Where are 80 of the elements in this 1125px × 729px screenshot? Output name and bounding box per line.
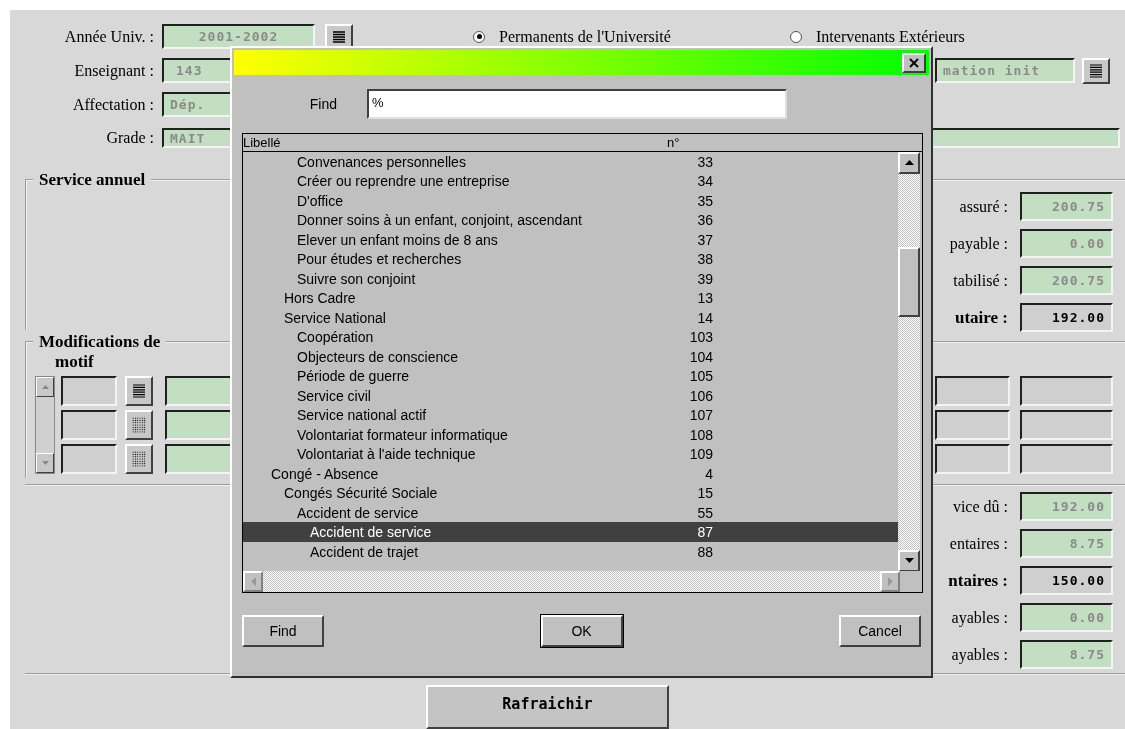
list-item[interactable]: Suivre son conjoint 39: [243, 268, 898, 289]
list-item[interactable]: Service National 14: [243, 307, 898, 328]
group-title: Modifications de: [38, 332, 162, 353]
field-label: tabilisé :: [953, 271, 1008, 290]
close-icon: [909, 57, 919, 68]
list-item[interactable]: Créer ou reprendre une entreprise 34: [243, 171, 898, 191]
list-icon: [333, 30, 345, 43]
list-item[interactable]: Donner soins à un enfant, conjoint, ascendant 36: [243, 210, 898, 230]
radio-label: Intervenants Extérieurs: [816, 27, 965, 46]
value-field: 192.00: [1020, 303, 1113, 333]
radio-button[interactable]: [790, 30, 802, 43]
list-item[interactable]: Convenances personnelles 33: [243, 151, 898, 172]
input-field[interactable]: [61, 444, 117, 475]
field-label: vice dû :: [952, 497, 1008, 516]
arrow-down-icon[interactable]: [904, 558, 914, 564]
field-label: utaire :: [954, 307, 1008, 328]
input-field[interactable]: [935, 444, 1010, 475]
list-item[interactable]: Elever un enfant moins de 8 ans 37: [243, 229, 898, 250]
list-item[interactable]: Objecteurs de conscience 104: [243, 346, 898, 367]
input-field[interactable]: [1020, 444, 1113, 475]
list-item[interactable]: Hors Cadre 13: [243, 288, 898, 308]
list-button[interactable]: [1082, 57, 1110, 84]
input-field[interactable]: [935, 376, 1010, 407]
dots-icon: [132, 417, 146, 434]
input-field[interactable]: [935, 410, 1010, 441]
dialog-button[interactable]: OK: [540, 615, 623, 647]
list-item[interactable]: Pour études et recherches 38: [243, 249, 898, 269]
list-button[interactable]: [125, 376, 153, 407]
list-icon: [133, 384, 145, 399]
list-item[interactable]: Coopération 103: [243, 327, 898, 347]
group-title: Service annuel: [38, 170, 147, 191]
field-label: Année Univ. :: [63, 27, 155, 46]
input-field[interactable]: [1020, 376, 1113, 407]
input-field[interactable]: [61, 376, 117, 407]
scroll-thumb[interactable]: [898, 246, 920, 317]
find-field[interactable]: %: [367, 89, 787, 119]
scrollbar[interactable]: [898, 151, 920, 572]
dialog-button[interactable]: Cancel: [839, 615, 921, 647]
value-field: 0.00: [1020, 229, 1113, 259]
list-item[interactable]: D'office 35: [243, 190, 898, 211]
field-label: payable :: [949, 234, 1008, 253]
field-label: Enseignant :: [73, 61, 155, 80]
field-label: ntaires :: [948, 570, 1008, 591]
find-label: Find: [308, 96, 338, 112]
list-item[interactable]: Accident de trajet 88: [243, 541, 898, 562]
value-field: 8.75: [1020, 529, 1113, 559]
dialog-button[interactable]: Find: [242, 615, 324, 647]
field-label: Affectation :: [72, 95, 155, 114]
value-field: 0.00: [1020, 603, 1113, 633]
field-label: entaires :: [949, 534, 1008, 553]
close-button[interactable]: [902, 52, 926, 73]
value-field: 200.75: [1020, 266, 1113, 296]
value-field: 8.75: [1020, 640, 1113, 670]
radio-label: Permanents de l'Université: [499, 27, 671, 46]
list-item[interactable]: Service civil 106: [243, 385, 898, 406]
refresh-button[interactable]: Rafraichir: [426, 685, 669, 729]
field-label: ayables :: [951, 645, 1008, 664]
column-header: motif: [55, 352, 94, 373]
list-item[interactable]: Accident de service 55: [243, 502, 898, 523]
dots-icon: [132, 451, 146, 468]
list-item[interactable]: Période de guerre 105: [243, 366, 898, 386]
value-field: 200.75: [1020, 192, 1113, 222]
column-header: n°: [666, 135, 680, 150]
column-header: Libellé: [243, 135, 282, 150]
list-item[interactable]: Service national actif 107: [243, 405, 898, 425]
list-item[interactable]: Accident de service 87: [243, 522, 898, 542]
list-item[interactable]: Congés Sécurité Sociale 15: [243, 483, 898, 503]
radio-button[interactable]: [473, 30, 485, 43]
list-item[interactable]: Volontariat à l'aide technique 109: [243, 444, 898, 464]
field-label: assuré :: [959, 197, 1008, 216]
arrow-up-icon[interactable]: [904, 160, 914, 166]
list-icon: [1090, 63, 1102, 78]
value-field: 150.00: [1020, 566, 1113, 596]
list-item[interactable]: Congé - Absence 4: [243, 463, 898, 484]
input-field[interactable]: [1020, 410, 1113, 441]
field-label: ayables :: [951, 608, 1008, 627]
value-field: 192.00: [1020, 492, 1113, 522]
input-field[interactable]: [61, 410, 117, 441]
list-item[interactable]: Volontariat formateur informatique 108: [243, 424, 898, 445]
field-label: Grade :: [105, 129, 155, 148]
